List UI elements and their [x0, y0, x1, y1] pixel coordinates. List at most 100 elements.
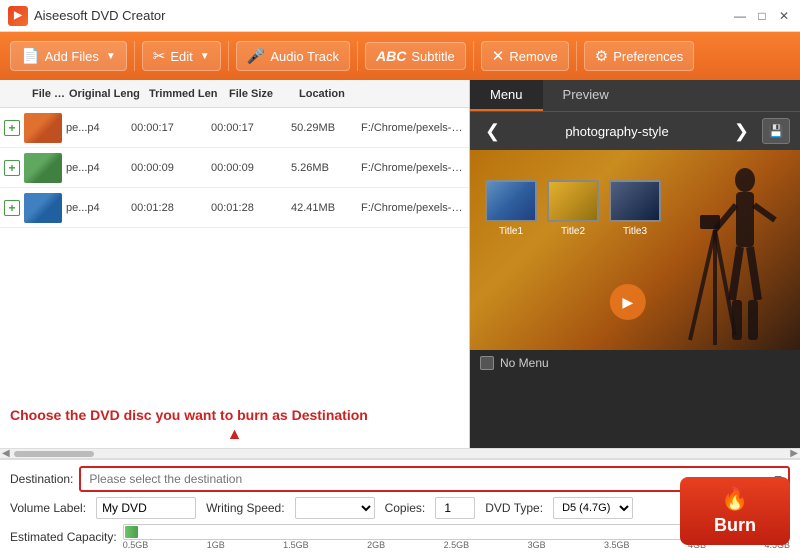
no-menu-checkbox[interactable] — [480, 356, 494, 370]
dvd-type-label: DVD Type: — [485, 501, 543, 515]
add-files-dropdown-icon: ▼ — [106, 51, 116, 62]
row-expand-3[interactable]: + — [4, 200, 20, 216]
writing-speed-label: Writing Speed: — [206, 501, 285, 515]
menu-prev-button[interactable]: ❮ — [480, 121, 505, 142]
audio-track-button[interactable]: 🎤 Audio Track — [236, 41, 350, 71]
row-expand-1[interactable]: + — [4, 120, 20, 136]
panel-tabs: Menu Preview — [470, 80, 800, 112]
burn-button[interactable]: 🔥 Burn — [680, 477, 790, 545]
file-trim-2: 00:00:09 — [211, 162, 291, 174]
preferences-button[interactable]: ⚙ Preferences — [584, 41, 695, 71]
remove-button[interactable]: ✕ Remove — [481, 41, 569, 71]
header-location: Location — [299, 88, 465, 100]
dvd-play-button[interactable]: ▶ — [610, 284, 646, 320]
add-files-icon: 📄 — [21, 47, 40, 65]
dvd-thumb-frame-3 — [609, 180, 661, 222]
preferences-label: Preferences — [613, 49, 683, 64]
dvd-thumbnails: Title1 Title2 Title3 — [485, 180, 661, 237]
app-title: Aiseesoft DVD Creator — [34, 8, 732, 23]
file-orig-1: 00:00:17 — [131, 122, 211, 134]
dvd-thumb-frame-2 — [547, 180, 599, 222]
file-loc-1: F:/Chrome/pexels-gylfi-g... — [361, 122, 465, 134]
volume-input[interactable] — [96, 497, 196, 519]
dvd-thumb-frame-1 — [485, 180, 537, 222]
bottom-bar: Destination: ▼ Volume Label: Writing Spe… — [0, 458, 800, 553]
horizontal-scrollbar[interactable]: ◀ ▶ — [0, 448, 800, 458]
header-trimmed-len: Trimmed Len — [149, 88, 229, 100]
header-orig-length: Original Leng — [69, 88, 149, 100]
edit-label: Edit — [170, 49, 192, 64]
right-panel: Menu Preview ❮ photography-style ❯ 💾 — [470, 80, 800, 448]
title-bar: ▶ Aiseesoft DVD Creator — □ ✕ — [0, 0, 800, 32]
cap-tick-4: 2.5GB — [444, 540, 470, 550]
menu-next-button[interactable]: ❯ — [729, 121, 754, 142]
tab-menu[interactable]: Menu — [470, 80, 543, 111]
file-list-body: + pe...p4 00:00:17 00:00:17 50.29MB F:/C… — [0, 108, 469, 399]
header-filename: File Name — [4, 88, 69, 100]
audio-track-icon: 🎤 — [247, 47, 266, 65]
preferences-icon: ⚙ — [595, 47, 608, 65]
dvd-thumb-label-1: Title1 — [499, 226, 523, 237]
table-row[interactable]: + pe...p4 00:00:09 00:00:09 5.26MB F:/Ch… — [0, 148, 469, 188]
burn-icon: 🔥 — [721, 486, 748, 512]
destination-label: Destination: — [10, 472, 73, 486]
dvd-thumb-item-2: Title2 — [547, 180, 599, 237]
row-expand-2[interactable]: + — [4, 160, 20, 176]
table-row[interactable]: + pe...p4 00:01:28 00:01:28 42.41MB F:/C… — [0, 188, 469, 228]
cap-tick-0: 0.5GB — [123, 540, 149, 550]
app-logo: ▶ — [8, 6, 28, 26]
minimize-button[interactable]: — — [732, 9, 748, 23]
toolbar-separator-4 — [473, 41, 474, 71]
close-button[interactable]: ✕ — [776, 9, 792, 23]
burn-label: Burn — [714, 515, 756, 536]
file-name-3: pe...p4 — [66, 202, 131, 214]
file-size-2: 5.26MB — [291, 162, 361, 174]
file-name-1: pe...p4 — [66, 122, 131, 134]
edit-icon: ✂ — [153, 47, 166, 65]
copies-input[interactable] — [435, 497, 475, 519]
subtitle-button[interactable]: ABC Subtitle — [365, 42, 466, 70]
no-menu-row: No Menu — [470, 350, 800, 376]
edit-button[interactable]: ✂ Edit ▼ — [142, 41, 221, 71]
scroll-thumb[interactable] — [14, 451, 94, 457]
toolbar-separator-3 — [357, 41, 358, 71]
toolbar-separator-2 — [228, 41, 229, 71]
file-loc-2: F:/Chrome/pexels-zuzann... — [361, 162, 465, 174]
subtitle-label: Subtitle — [411, 49, 454, 64]
add-files-button[interactable]: 📄 Add Files ▼ — [10, 41, 127, 71]
table-row[interactable]: + pe...p4 00:00:17 00:00:17 50.29MB F:/C… — [0, 108, 469, 148]
remove-label: Remove — [509, 49, 557, 64]
cap-tick-2: 1.5GB — [283, 540, 309, 550]
no-menu-label: No Menu — [500, 356, 549, 370]
header-file-size: File Size — [229, 88, 299, 100]
main-area: File Name Original Leng Trimmed Len File… — [0, 80, 800, 448]
toolbar-separator-5 — [576, 41, 577, 71]
tab-preview[interactable]: Preview — [543, 80, 629, 111]
subtitle-icon: ABC — [376, 48, 406, 64]
file-trim-3: 00:01:28 — [211, 202, 291, 214]
file-thumbnail-3 — [24, 193, 62, 223]
capacity-bar-fill — [125, 526, 138, 538]
file-size-3: 42.41MB — [291, 202, 361, 214]
toolbar-separator-1 — [134, 41, 135, 71]
destination-row: Destination: ▼ — [10, 466, 790, 492]
copies-label: Copies: — [385, 501, 426, 515]
window-controls[interactable]: — □ ✕ — [732, 9, 792, 23]
options-row: Volume Label: Writing Speed: Copies: DVD… — [10, 497, 790, 519]
estimated-capacity-label: Estimated Capacity: — [10, 530, 117, 544]
writing-speed-select[interactable] — [295, 497, 375, 519]
toolbar: 📄 Add Files ▼ ✂ Edit ▼ 🎤 Audio Track ABC… — [0, 32, 800, 80]
dvd-thumb-label-2: Title2 — [561, 226, 585, 237]
maximize-button[interactable]: □ — [754, 9, 770, 23]
annotation-container: Choose the DVD disc you want to burn as … — [0, 399, 469, 448]
add-files-label: Add Files — [45, 49, 99, 64]
dvd-silhouette-svg — [660, 150, 790, 350]
menu-nav: ❮ photography-style ❯ 💾 — [470, 112, 800, 150]
dvd-type-select[interactable]: D5 (4.7G) — [553, 497, 633, 519]
file-thumbnail-2 — [24, 153, 62, 183]
file-thumbnail-1 — [24, 113, 62, 143]
menu-save-template-button[interactable]: 💾 — [762, 118, 790, 144]
cap-tick-6: 3.5GB — [604, 540, 630, 550]
dvd-thumb-item-3: Title3 — [609, 180, 661, 237]
annotation-arrow: ▲ — [10, 426, 459, 444]
